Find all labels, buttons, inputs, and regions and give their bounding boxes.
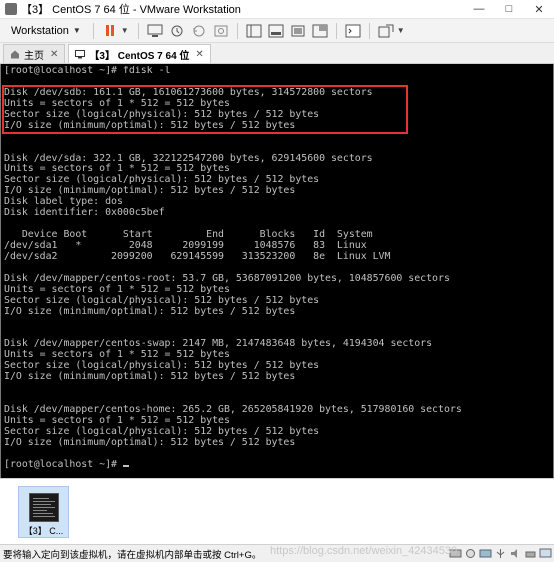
device-status-icons xyxy=(447,548,552,559)
terminal-line: I/O size (minimum/optimal): 512 bytes / … xyxy=(4,436,296,448)
terminal-line: Disk identifier: 0x000c5bef xyxy=(4,207,165,219)
text-cursor xyxy=(122,464,129,467)
window-title: 【3】 CentOS 7 64 位 - VMware Workstation xyxy=(21,4,241,16)
vm-console[interactable]: [root@localhost ~]# fdisk -l Disk /dev/sd… xyxy=(0,64,554,478)
home-icon xyxy=(11,50,19,58)
network-adapter-icon[interactable] xyxy=(479,548,492,559)
toolbar-divider xyxy=(92,22,94,39)
vm-icon xyxy=(75,49,86,58)
vmware-app-icon xyxy=(5,3,17,15)
cd-drive-icon[interactable] xyxy=(464,548,477,559)
toolbar-divider xyxy=(137,22,139,39)
toolbar: Workstation ▼ ▼ ▼ xyxy=(0,19,554,43)
usb-icon[interactable] xyxy=(494,548,507,559)
close-icon[interactable]: ✕ xyxy=(524,0,554,19)
printer-icon[interactable] xyxy=(524,548,537,559)
workstation-menu-button[interactable]: Workstation ▼ xyxy=(4,21,88,41)
toolbar-divider xyxy=(368,22,370,39)
tab-label: 【3】 CentOS 7 64 位 xyxy=(89,50,190,62)
snapshot-manager-icon[interactable] xyxy=(211,21,231,41)
stretch-guest-icon[interactable] xyxy=(376,21,396,41)
console-view-icon[interactable] xyxy=(343,21,363,41)
show-thumbnail-bar-icon[interactable] xyxy=(266,21,286,41)
status-bar: 要将输入定向到该虚拟机，请在虚拟机内部单击或按 Ctrl+G。 https://… xyxy=(0,545,554,562)
snapshot-icon[interactable] xyxy=(167,21,187,41)
minimize-icon[interactable]: — xyxy=(464,0,494,19)
close-icon[interactable]: ✕ xyxy=(195,49,203,60)
workstation-menu-label: Workstation xyxy=(11,24,69,37)
tab-vm-centos[interactable]: 【3】 CentOS 7 64 位 ✕ xyxy=(68,44,211,63)
chevron-down-icon[interactable]: ▼ xyxy=(397,26,405,35)
toolbar-divider xyxy=(335,22,337,39)
display-icon[interactable] xyxy=(539,548,552,559)
vm-thumbnail[interactable]: 【3】 C... xyxy=(18,486,69,538)
title-bar: 【3】 CentOS 7 64 位 - VMware Workstation —… xyxy=(0,0,554,19)
tab-bar: 主页 ✕ 【3】 CentOS 7 64 位 ✕ xyxy=(0,43,554,64)
thumbnail-label: 【3】 C... xyxy=(23,526,64,536)
close-icon[interactable]: ✕ xyxy=(50,49,58,60)
pause-icon[interactable] xyxy=(100,21,120,41)
revert-snapshot-icon[interactable] xyxy=(189,21,209,41)
tab-label: 主页 xyxy=(24,50,44,62)
highlight-annotation-box xyxy=(2,85,408,134)
terminal-line: I/O size (minimum/optimal): 512 bytes / … xyxy=(4,305,296,317)
sound-card-icon[interactable] xyxy=(509,548,522,559)
send-ctrl-alt-del-icon[interactable] xyxy=(145,21,165,41)
terminal-line: Sector size (logical/physical): 512 byte… xyxy=(4,294,320,306)
toolbar-divider xyxy=(236,22,238,39)
thumbnail-screen-icon xyxy=(28,493,59,522)
full-screen-icon[interactable] xyxy=(288,21,308,41)
watermark-text: https://blog.csdn.net/weixin_42434530 xyxy=(270,545,458,557)
chevron-down-icon[interactable]: ▼ xyxy=(121,26,129,35)
tab-home[interactable]: 主页 ✕ xyxy=(3,44,66,63)
terminal-line: [root@localhost ~]# xyxy=(4,459,550,471)
show-library-icon[interactable] xyxy=(244,21,264,41)
terminal-line: [root@localhost ~]# fdisk -l xyxy=(4,66,171,76)
thumbnail-bar: 【3】 C... xyxy=(0,478,554,545)
terminal-line: I/O size (minimum/optimal): 512 bytes / … xyxy=(4,371,296,383)
chevron-down-icon: ▼ xyxy=(72,26,81,35)
unity-icon[interactable] xyxy=(310,21,330,41)
terminal-line: /dev/sda2 2099200 629145599 313523200 8e… xyxy=(4,250,391,262)
maximize-icon[interactable]: □ xyxy=(494,0,524,19)
